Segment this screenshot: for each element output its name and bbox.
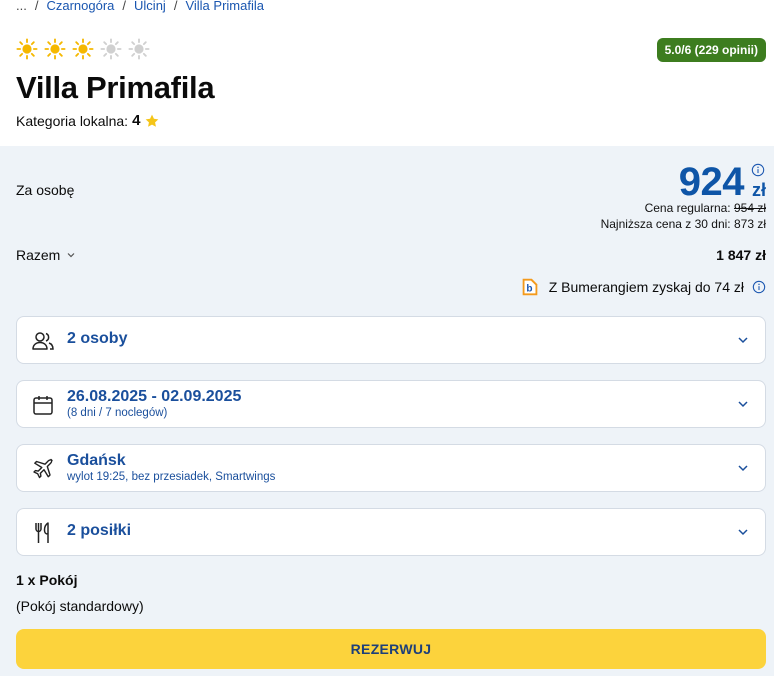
chevron-down-icon	[738, 465, 748, 472]
chevron-down-icon	[738, 401, 748, 408]
total-toggle[interactable]: Razem	[16, 247, 76, 263]
sun-icon-empty	[100, 38, 122, 60]
regular-price-value: 954 zł	[733, 201, 766, 215]
hotel-title: Villa Primafila	[16, 70, 215, 105]
regular-price-label: Cena regularna:	[644, 201, 731, 215]
flight-departure-city: Gdańsk	[67, 452, 126, 469]
price-per-person: 924	[678, 160, 745, 204]
sun-icon-filled	[44, 38, 66, 60]
breadcrumb-ellipsis[interactable]: ...	[16, 0, 27, 13]
breadcrumb-separator: /	[122, 0, 127, 13]
per-person-label: Za osobę	[16, 182, 75, 198]
sun-icon-filled	[16, 38, 38, 60]
meals-value: 2 posiłki	[67, 522, 132, 539]
price-currency: zł	[751, 180, 766, 200]
room-quantity: 1 x Pokój	[16, 572, 78, 588]
chevron-down-icon	[67, 253, 75, 258]
chevron-down-icon	[738, 529, 748, 536]
lowest-price-30-days: Najniższa cena z 30 dni: 873 zł	[600, 217, 766, 231]
flight-details: wylot 19:25, bez przesiadek, Smartwings	[67, 471, 276, 483]
travelers-selector[interactable]: 2 osoby	[16, 316, 766, 364]
review-rating-badge[interactable]: 5.0/6 (229 opinii)	[656, 38, 766, 62]
total-label: Razem	[16, 247, 61, 263]
category-value: 4	[132, 112, 141, 129]
breadcrumb-link-hotel[interactable]: Villa Primafila	[185, 0, 264, 13]
bumerang-promo: b Z Bumerangiem zyskaj do 74 zł	[519, 276, 766, 298]
price-info-icon[interactable]	[751, 163, 765, 177]
breadcrumb-separator: /	[34, 0, 39, 13]
bumerang-info-icon[interactable]	[752, 280, 766, 294]
local-category: Kategoria lokalna: 4	[16, 112, 160, 129]
flight-selector[interactable]: Gdańsk wylot 19:25, bez przesiadek, Smar…	[16, 444, 766, 492]
total-value: 1 847 zł	[716, 247, 766, 263]
breadcrumb: ... / Czarnogóra / Ulcinj / Villa Primaf…	[16, 0, 264, 13]
sun-icon-empty	[128, 38, 150, 60]
cutlery-icon	[35, 522, 49, 543]
dates-selector[interactable]: 26.08.2025 - 02.09.2025 (8 dni / 7 nocle…	[16, 380, 766, 428]
room-type: (Pokój standardowy)	[16, 598, 144, 614]
star-icon	[146, 114, 159, 127]
breadcrumb-separator: /	[173, 0, 178, 13]
sun-rating	[16, 38, 150, 60]
breadcrumb-link-city[interactable]: Ulcinj	[134, 0, 166, 13]
sun-icon-filled	[72, 38, 94, 60]
bumerang-logo-icon: b	[522, 278, 538, 296]
airplane-icon	[33, 458, 53, 479]
svg-text:b: b	[526, 284, 532, 295]
people-icon	[32, 332, 54, 350]
bumerang-text: Z Bumerangiem zyskaj do 74 zł	[548, 279, 744, 295]
travelers-value: 2 osoby	[67, 330, 128, 347]
book-button[interactable]: REZERWUJ	[16, 629, 766, 669]
category-label: Kategoria lokalna:	[16, 112, 129, 129]
breadcrumb-link-country[interactable]: Czarnogóra	[46, 0, 114, 13]
calendar-icon	[33, 396, 53, 415]
dates-duration: (8 dni / 7 noclegów)	[67, 407, 168, 419]
meals-selector[interactable]: 2 posiłki	[16, 508, 766, 556]
regular-price: Cena regularna: 954 zł	[645, 201, 766, 215]
dates-value: 26.08.2025 - 02.09.2025	[67, 388, 242, 405]
chevron-down-icon	[738, 337, 748, 344]
